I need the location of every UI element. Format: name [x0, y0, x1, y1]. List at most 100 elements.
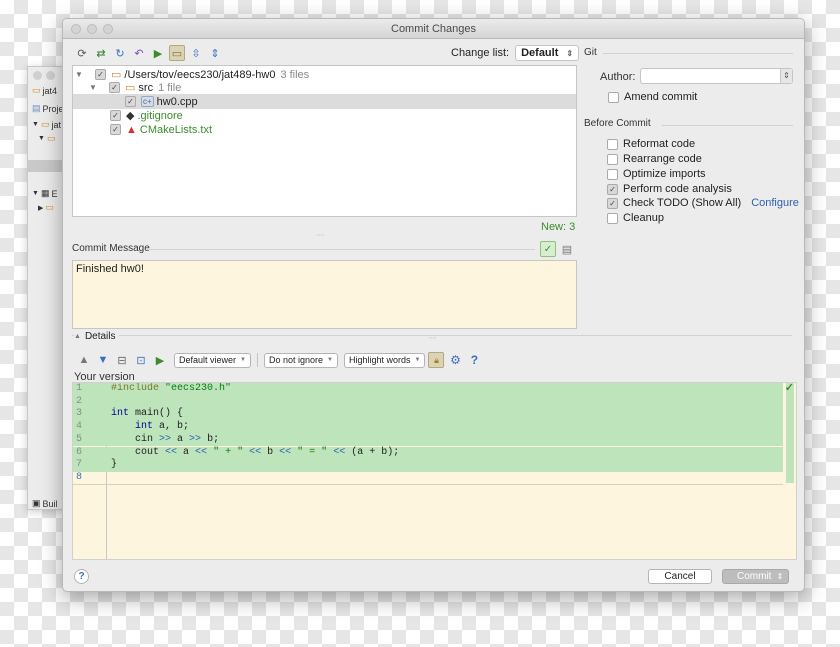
folder-icon: ▭ — [125, 82, 136, 94]
ignore-dropdown[interactable]: Do not ignore ▼ — [263, 352, 338, 368]
details-toggle[interactable]: ▲ Details — [74, 331, 119, 342]
collapse-icon[interactable]: ⇕ — [207, 45, 223, 61]
close-light[interactable] — [71, 24, 81, 34]
option-optimize-imports[interactable]: Optimize imports — [607, 168, 706, 180]
gitignore-file-icon: ◆ — [126, 110, 135, 122]
option-label: Cleanup — [623, 212, 664, 224]
cmake-file-icon: ▲ — [126, 123, 137, 136]
line-number: 1 — [76, 383, 83, 394]
cmakelists-checkbox[interactable]: ✓ — [110, 124, 121, 135]
author-input[interactable]: ⇕ — [640, 68, 793, 84]
line-number: 4 — [76, 421, 83, 433]
file-name-hw0: hw0.cpp — [156, 95, 198, 108]
todo-checkbox[interactable]: ✓ — [607, 197, 618, 209]
arrow-up-icon[interactable]: ▲ — [76, 352, 92, 368]
option-rearrange-code[interactable]: Rearrange code — [607, 153, 702, 165]
spellcheck-icon[interactable]: ✓ — [540, 241, 556, 257]
option-label: Check TODO (Show All) — [623, 197, 742, 209]
splitter-grip[interactable]: ∙∙∙∙ — [428, 333, 437, 342]
tree-row-hw0[interactable]: ✓ c+ hw0.cpp — [73, 94, 576, 109]
bg-tree-item-sub[interactable]: ▶ ▭ — [32, 202, 54, 213]
changes-toolbar: ⟳ ⇄ ↻ ↶ ▶ ▭ ⇳ ⇕ — [74, 45, 223, 61]
line-number: 2 — [76, 395, 83, 407]
change-marker-stripe[interactable] — [786, 383, 794, 483]
src-checkbox[interactable]: ✓ — [109, 82, 120, 93]
tree-row-gitignore[interactable]: ✓ ◆ .gitignore — [73, 108, 576, 123]
changelist-dropdown[interactable]: Default ⇕ — [515, 45, 580, 61]
diff-icon[interactable]: ▶ — [150, 45, 166, 61]
rearrange-checkbox[interactable] — [607, 153, 618, 165]
reformat-checkbox[interactable] — [607, 138, 618, 150]
hw0-checkbox[interactable]: ✓ — [125, 96, 136, 107]
bg-build-tab[interactable]: ▣ Buil — [32, 498, 58, 509]
amend-commit-option[interactable]: Amend commit — [608, 91, 697, 103]
src-count: 1 file — [158, 81, 182, 94]
jump-to-source-icon[interactable]: ⊡ — [133, 352, 149, 368]
commit-message-input[interactable]: Finished hw0! — [72, 260, 577, 329]
move-icon[interactable]: ⇄ — [93, 45, 109, 61]
bg-tree-item-external[interactable]: ▼ ▦ E — [32, 188, 57, 199]
lock-icon[interactable]: 🔒︎ — [428, 352, 445, 368]
option-perform-code-analysis[interactable]: ✓ Perform code analysis — [607, 183, 732, 195]
viewer-dropdown[interactable]: Default viewer ▼ — [174, 352, 251, 368]
commit-changes-dialog: Commit Changes ⟳ ⇄ ↻ ↶ ▶ ▭ ⇳ ⇕ Change li… — [62, 18, 805, 592]
gitignore-checkbox[interactable]: ✓ — [110, 110, 121, 121]
option-cleanup[interactable]: Cleanup — [607, 212, 664, 224]
changelist-value: Default — [521, 47, 559, 59]
code-line: 6 cout << a << " + " << b << " = " << (a… — [73, 446, 783, 460]
bg-project-tab[interactable]: ▤ Proje — [32, 103, 64, 114]
commit-button[interactable]: Commit ⇕ — [722, 569, 789, 584]
root-checkbox[interactable]: ✓ — [95, 69, 106, 80]
tree-row-src[interactable]: ▼ ✓ ▭ src 1 file — [73, 80, 576, 95]
option-reformat-code[interactable]: Reformat code — [607, 138, 695, 150]
bg-tree-item-jat[interactable]: ▼ ▭ jat — [32, 119, 61, 130]
highlight-value: Highlight words — [348, 355, 411, 365]
bg-window-title: ▭ jat4 — [32, 85, 58, 96]
option-label: Perform code analysis — [623, 183, 732, 195]
bg-tree-item-folder[interactable]: ▼ ▭ — [32, 133, 55, 144]
expand-triangle-icon[interactable]: ▼ — [88, 83, 98, 92]
tree-row-cmakelists[interactable]: ✓ ▲ CMakeLists.txt — [73, 122, 576, 137]
window-title: Commit Changes — [391, 23, 476, 35]
divider — [147, 249, 535, 250]
bg-min-light — [46, 71, 55, 80]
minimize-light[interactable] — [87, 24, 97, 34]
configure-link[interactable]: Configure — [751, 197, 799, 209]
file-name-gitignore: .gitignore — [137, 109, 183, 122]
zoom-light[interactable] — [103, 24, 113, 34]
undo-icon[interactable]: ↶ — [131, 45, 147, 61]
code-text: cin >> a >> b; — [111, 433, 220, 445]
analysis-checkbox[interactable]: ✓ — [607, 183, 618, 195]
gear-icon[interactable]: ⚙ — [447, 352, 463, 368]
root-path: /Users/tov/eecs230/jat489-hw0 — [124, 68, 276, 81]
optimize-checkbox[interactable] — [607, 168, 618, 180]
viewer-value: Default viewer — [179, 355, 237, 365]
arrow-down-icon[interactable]: ▼ — [95, 352, 111, 368]
help-button[interactable]: ? — [74, 569, 89, 584]
rollback-icon[interactable]: ↻ — [112, 45, 128, 61]
group-icon[interactable]: ▭ — [169, 45, 185, 61]
highlight-dropdown[interactable]: Highlight words ▼ — [343, 352, 426, 368]
src-name: src — [138, 81, 154, 94]
cpp-file-icon: c+ — [141, 96, 154, 107]
show-diff-icon[interactable]: ▶ — [152, 352, 168, 368]
cancel-button[interactable]: Cancel — [648, 569, 712, 584]
author-dropdown-icon[interactable]: ⇕ — [780, 69, 792, 83]
cleanup-checkbox[interactable] — [607, 212, 618, 224]
no-errors-check-icon: ✓ — [784, 382, 794, 394]
collapse-triangle-icon[interactable]: ▲ — [74, 333, 81, 340]
code-text: int main() { — [111, 408, 184, 420]
refresh-icon[interactable]: ⟳ — [74, 45, 90, 61]
diff-editor[interactable]: 1 #include "eecs230.h" 2 3 int main() { 4 … — [72, 382, 797, 560]
changed-files-tree[interactable]: ▼ ✓ ▭ /Users/tov/eecs230/jat489-hw0 3 fi… — [72, 65, 577, 217]
line-number: 7 — [76, 459, 83, 471]
help-icon[interactable]: ? — [466, 352, 482, 368]
new-files-count: New: 3 — [541, 221, 576, 233]
splitter-grip[interactable]: ∙∙∙∙ — [316, 230, 325, 239]
compare-icon[interactable]: ⊟ — [114, 352, 130, 368]
expand-triangle-icon[interactable]: ▼ — [74, 70, 84, 79]
option-check-todo[interactable]: ✓ Check TODO (Show All) Configure — [607, 197, 799, 209]
expand-icon[interactable]: ⇳ — [188, 45, 204, 61]
amend-checkbox[interactable] — [608, 91, 619, 103]
commit-history-icon[interactable]: ▤ — [559, 241, 575, 257]
